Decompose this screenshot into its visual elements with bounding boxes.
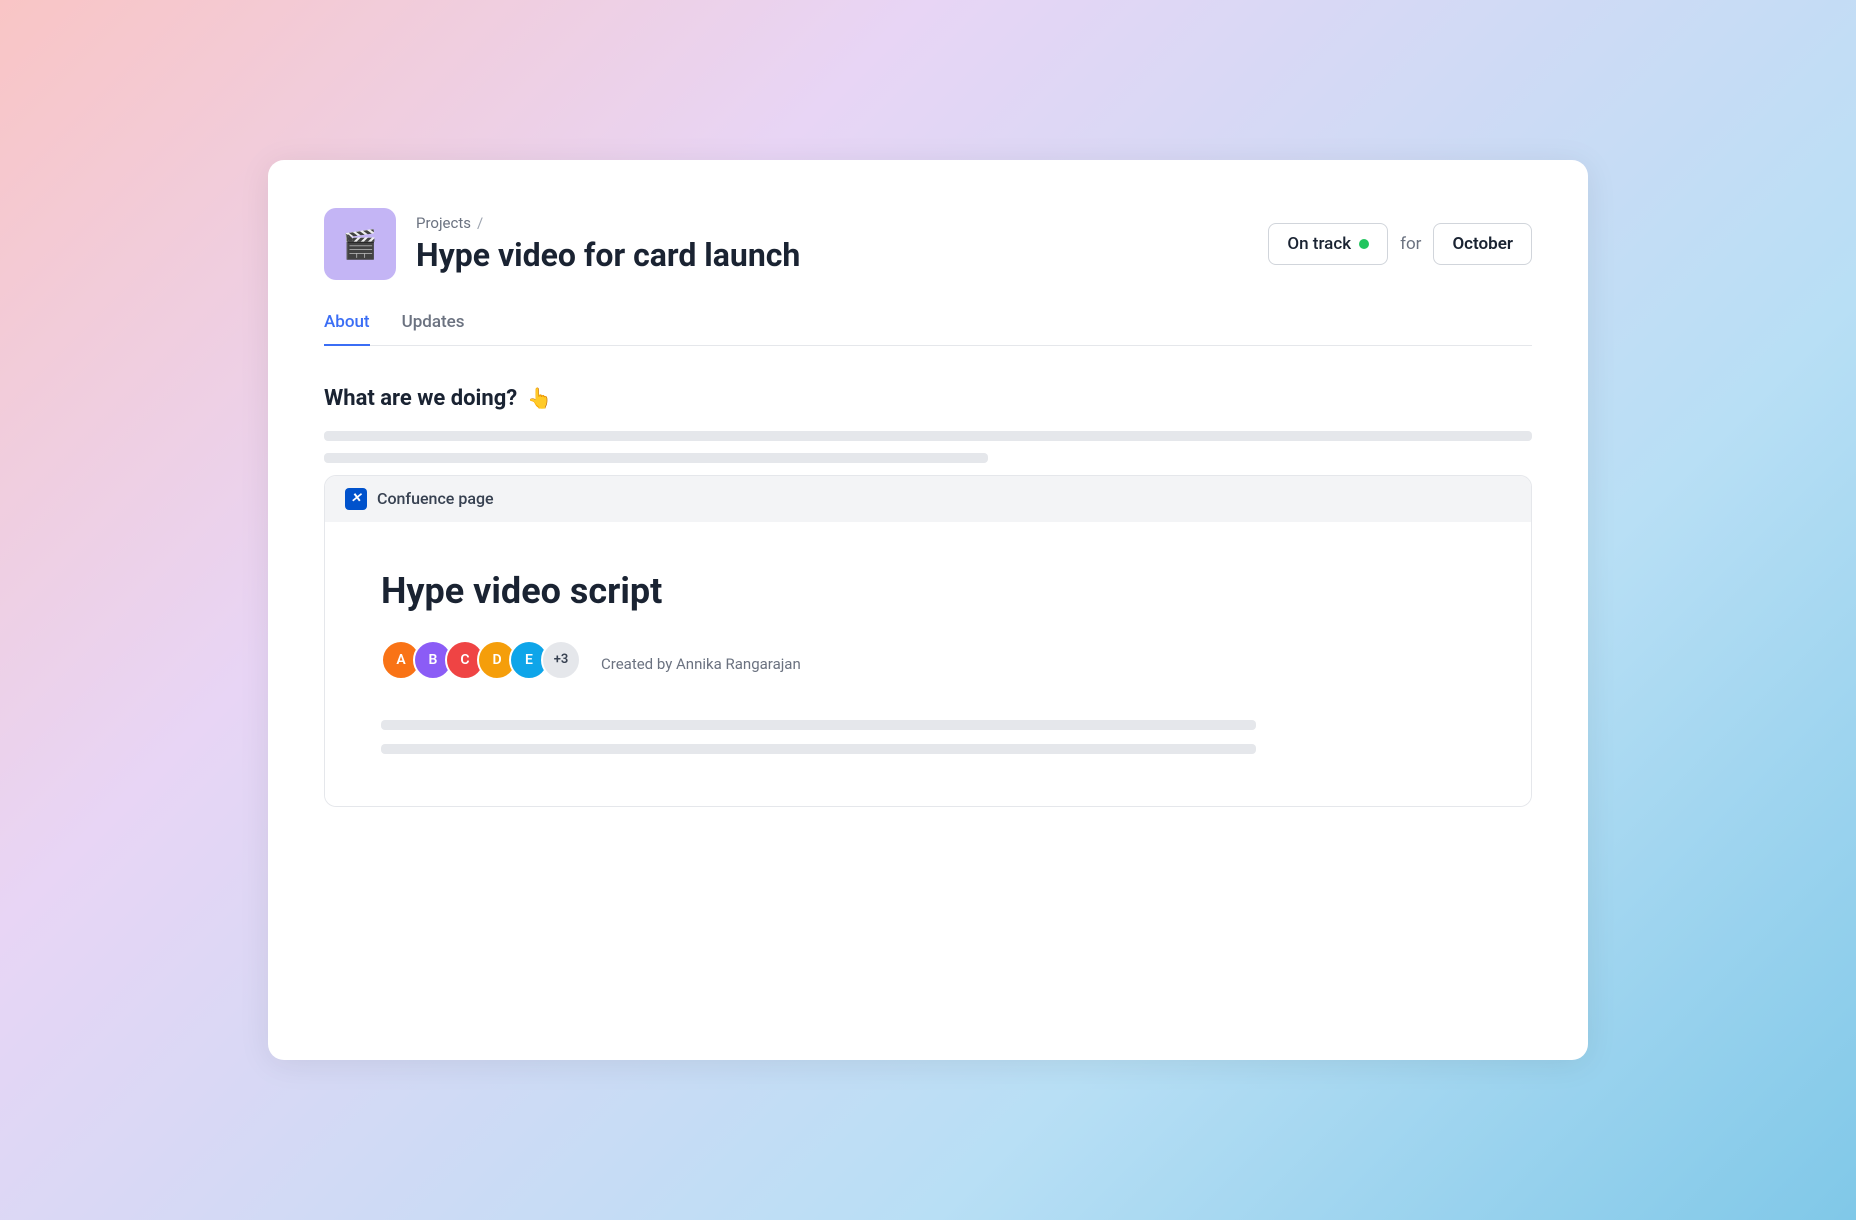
avatars: A B C D E +3 xyxy=(381,640,581,680)
skeleton-line-1 xyxy=(324,431,1532,441)
tab-updates[interactable]: Updates xyxy=(402,312,465,346)
created-by-text: Created by Annika Rangarajan xyxy=(601,655,801,673)
tabs-bar: About Updates xyxy=(324,312,1532,346)
status-label: On track xyxy=(1287,234,1351,254)
main-content: What are we doing? 👆 ✕ Confuence page Hy… xyxy=(324,386,1532,807)
confluence-title: Hype video script xyxy=(381,570,1475,612)
confluence-header: ✕ Confuence page xyxy=(325,476,1531,522)
confluence-body: Hype video script A B C D E +3 Created b… xyxy=(325,522,1531,806)
project-title: Hype video for card launch xyxy=(416,236,800,274)
confluence-card[interactable]: ✕ Confuence page Hype video script A B C… xyxy=(324,475,1532,807)
section-heading: What are we doing? 👆 xyxy=(324,386,1532,411)
skeleton-lines-bottom xyxy=(381,720,1475,754)
header-left: 🎬 Projects / Hype video for card launch xyxy=(324,208,800,280)
page-header: 🎬 Projects / Hype video for card launch … xyxy=(324,208,1532,280)
film-icon: 🎬 xyxy=(343,228,378,261)
header-text: Projects / Hype video for card launch xyxy=(416,214,800,274)
avatar-count: +3 xyxy=(541,640,581,680)
for-text: for xyxy=(1400,234,1421,254)
skeleton-bottom-1 xyxy=(381,720,1256,730)
section-heading-text: What are we doing? xyxy=(324,386,517,411)
status-dot xyxy=(1359,239,1369,249)
breadcrumb: Projects / xyxy=(416,214,800,232)
breadcrumb-separator: / xyxy=(477,214,483,232)
main-card: 🎬 Projects / Hype video for card launch … xyxy=(268,160,1588,1060)
header-right: On track for October xyxy=(1268,223,1532,265)
tab-about[interactable]: About xyxy=(324,312,370,346)
month-badge[interactable]: October xyxy=(1433,223,1532,265)
skeleton-bottom-2 xyxy=(381,744,1256,754)
confluence-icon: ✕ xyxy=(345,488,367,510)
project-icon: 🎬 xyxy=(324,208,396,280)
created-by-row: A B C D E +3 Created by Annika Rangaraja… xyxy=(381,640,1475,688)
pointer-cursor-icon: 👆 xyxy=(527,386,552,410)
status-badge[interactable]: On track xyxy=(1268,223,1388,265)
confluence-header-label: Confuence page xyxy=(377,489,494,508)
skeleton-line-2 xyxy=(324,453,988,463)
breadcrumb-parent[interactable]: Projects xyxy=(416,214,471,232)
